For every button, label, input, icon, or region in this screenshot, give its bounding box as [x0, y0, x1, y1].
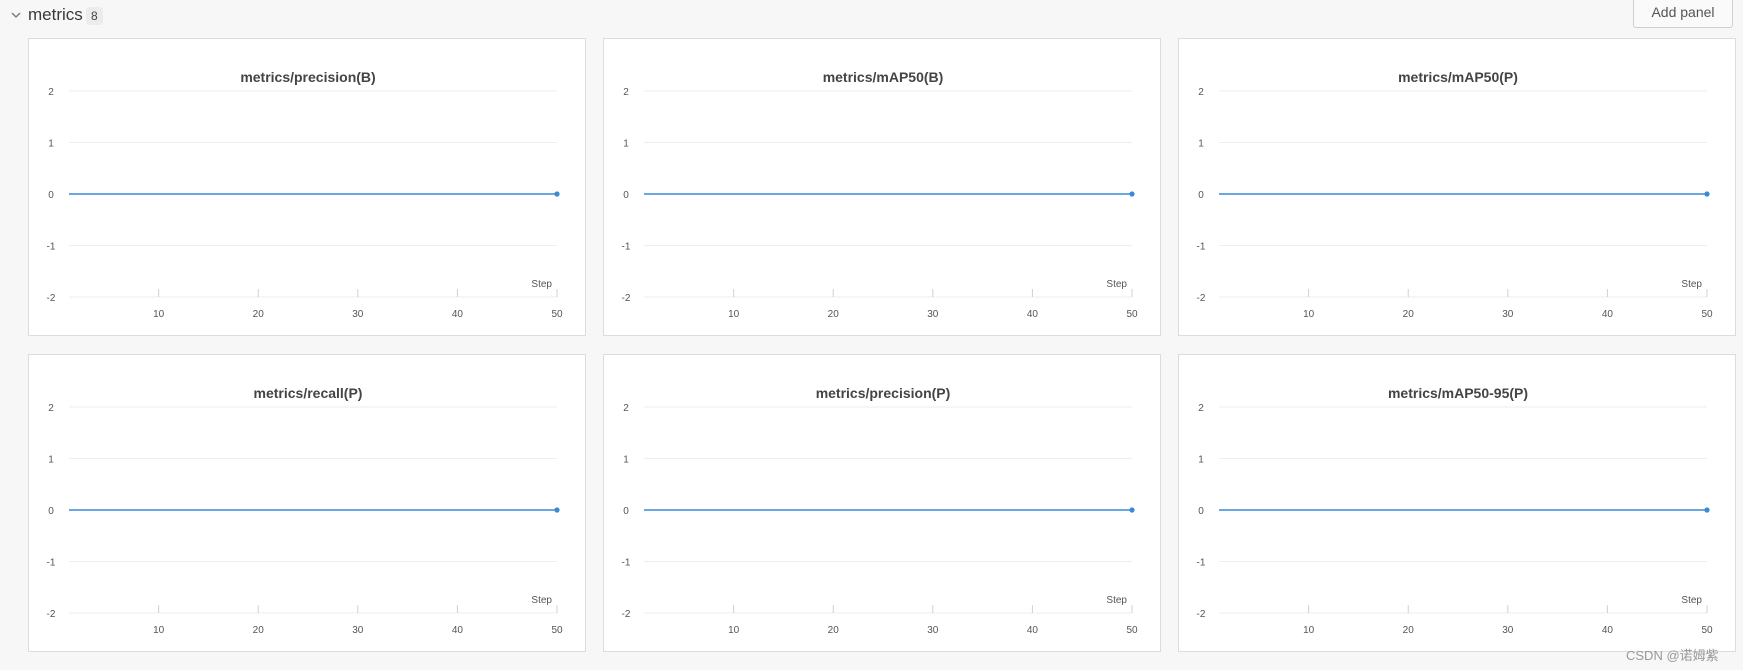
add-panel-button[interactable]: Add panel	[1633, 0, 1733, 28]
y-tick-label: -2	[622, 609, 631, 620]
y-tick-label: 0	[48, 506, 54, 517]
chart-plot[interactable]: 210-1-210 20 30 40 50Step	[1179, 39, 1737, 337]
y-tick-label: 2	[1198, 403, 1204, 414]
chart-panel[interactable]: metrics/precision(B) 2 1 0 -1 -2 10 20 30 40 50 St…	[28, 38, 586, 336]
section-title[interactable]: metrics	[28, 5, 83, 25]
x-tick-label: 10	[1303, 309, 1315, 320]
y-tick-label: -1	[1197, 558, 1206, 569]
x-tick-label: 20	[828, 309, 840, 320]
y-tick-label: 1	[1198, 455, 1204, 466]
y-tick-label: -2	[1197, 609, 1206, 620]
y-tick-label: 0	[623, 506, 629, 517]
y-tick-label: 2	[48, 403, 54, 414]
y-tick-label: 0	[1198, 506, 1204, 517]
x-tick-label: 30	[1502, 625, 1514, 636]
x-tick-label: 10	[1303, 625, 1315, 636]
x-axis-label: Step	[1106, 279, 1127, 290]
x-tick-label: 30	[927, 309, 939, 320]
x-axis-label: Step	[531, 595, 552, 606]
x-tick-label: 50	[551, 309, 563, 320]
x-tick-label: 40	[1027, 625, 1039, 636]
y-tick-label: -2	[47, 293, 56, 304]
series-endpoint	[1129, 191, 1135, 197]
chevron-down-icon[interactable]	[10, 9, 22, 21]
x-axis-label: Step	[1681, 595, 1702, 606]
y-tick-label: -2	[47, 609, 56, 620]
y-tick-label: 1	[48, 455, 54, 466]
x-tick-label: 10	[153, 309, 165, 320]
series-endpoint	[554, 191, 560, 197]
x-tick-label: 20	[253, 625, 265, 636]
y-tick-label: -2	[622, 293, 631, 304]
y-tick-label: 2	[623, 87, 629, 98]
watermark: CSDN @诺姆紫	[1626, 648, 1719, 663]
chart-plot[interactable]: 210-1-210 20 30 40 50Step	[29, 355, 587, 653]
x-axis-label: Step	[1106, 595, 1127, 606]
x-tick-label: 50	[1126, 625, 1138, 636]
chart-plot[interactable]: 210-1-210 20 30 40 50Step	[604, 39, 1162, 337]
x-tick-label: 30	[927, 625, 939, 636]
y-tick-label: 1	[1198, 139, 1204, 150]
x-tick-label: 50	[1126, 309, 1138, 320]
chart-plot[interactable]: 210-1-210 20 30 40 50Step	[1179, 355, 1737, 653]
x-axis-label: Step	[1681, 279, 1702, 290]
y-tick-label: 2	[48, 87, 54, 98]
x-tick-label: 40	[1602, 625, 1614, 636]
x-tick-label: 20	[253, 309, 265, 320]
y-tick-label: 0	[48, 190, 54, 201]
x-tick-label: 20	[1403, 309, 1415, 320]
x-tick-label: 10	[153, 625, 165, 636]
chart-plot[interactable]: 210-1-210 20 30 40 50Step	[604, 355, 1162, 653]
x-tick-label: 50	[1701, 625, 1713, 636]
x-tick-label: 40	[452, 625, 464, 636]
x-tick-label: 40	[452, 309, 464, 320]
chart-plot[interactable]: 210-1-210 20 30 40 50Step	[29, 39, 587, 337]
x-tick-label: 30	[352, 309, 364, 320]
y-tick-label: 0	[1198, 190, 1204, 201]
section-header: metrics 8 Add panel	[0, 0, 1743, 30]
y-tick-label: -1	[47, 242, 56, 253]
y-tick-label: 1	[623, 455, 629, 466]
x-tick-label: 20	[828, 625, 840, 636]
y-tick-label: 1	[623, 139, 629, 150]
section-count-badge: 8	[86, 7, 103, 25]
series-endpoint	[1704, 507, 1710, 513]
x-tick-label: 30	[1502, 309, 1514, 320]
x-tick-label: 50	[1701, 309, 1713, 320]
y-tick-label: -1	[622, 558, 631, 569]
series-endpoint	[1704, 191, 1710, 197]
chart-panel[interactable]: metrics/mAP50(B) 2 1 0 -1 -2 10 20 30 40 50 Step	[603, 38, 1161, 336]
x-tick-label: 10	[728, 625, 740, 636]
series-endpoint	[1129, 507, 1135, 513]
x-tick-label: 40	[1027, 309, 1039, 320]
y-tick-label: 2	[623, 403, 629, 414]
x-tick-label: 50	[551, 625, 563, 636]
chart-panel[interactable]: metrics/mAP50-95(P) 2 1 0 -1 -2 10 20 30 40 50 Ste…	[1178, 354, 1736, 652]
x-tick-label: 30	[352, 625, 364, 636]
y-tick-label: -1	[622, 242, 631, 253]
y-tick-label: -2	[1197, 293, 1206, 304]
x-tick-label: 40	[1602, 309, 1614, 320]
chart-panel[interactable]: metrics/recall(P) 2 1 0 -1 -2 10 20 30 40 50 Step	[28, 354, 586, 652]
series-endpoint	[554, 507, 560, 513]
chart-panel[interactable]: metrics/mAP50(P) 2 1 0 -1 -2 10 20 30 40 50 Step	[1178, 38, 1736, 336]
x-tick-label: 20	[1403, 625, 1415, 636]
x-tick-label: 10	[728, 309, 740, 320]
x-axis-label: Step	[531, 279, 552, 290]
y-tick-label: 2	[1198, 87, 1204, 98]
y-tick-label: 0	[623, 190, 629, 201]
y-tick-label: -1	[1197, 242, 1206, 253]
y-tick-label: 1	[48, 139, 54, 150]
chart-panel[interactable]: metrics/precision(P) 2 1 0 -1 -2 10 20 30 40 50 St…	[603, 354, 1161, 652]
y-tick-label: -1	[47, 558, 56, 569]
